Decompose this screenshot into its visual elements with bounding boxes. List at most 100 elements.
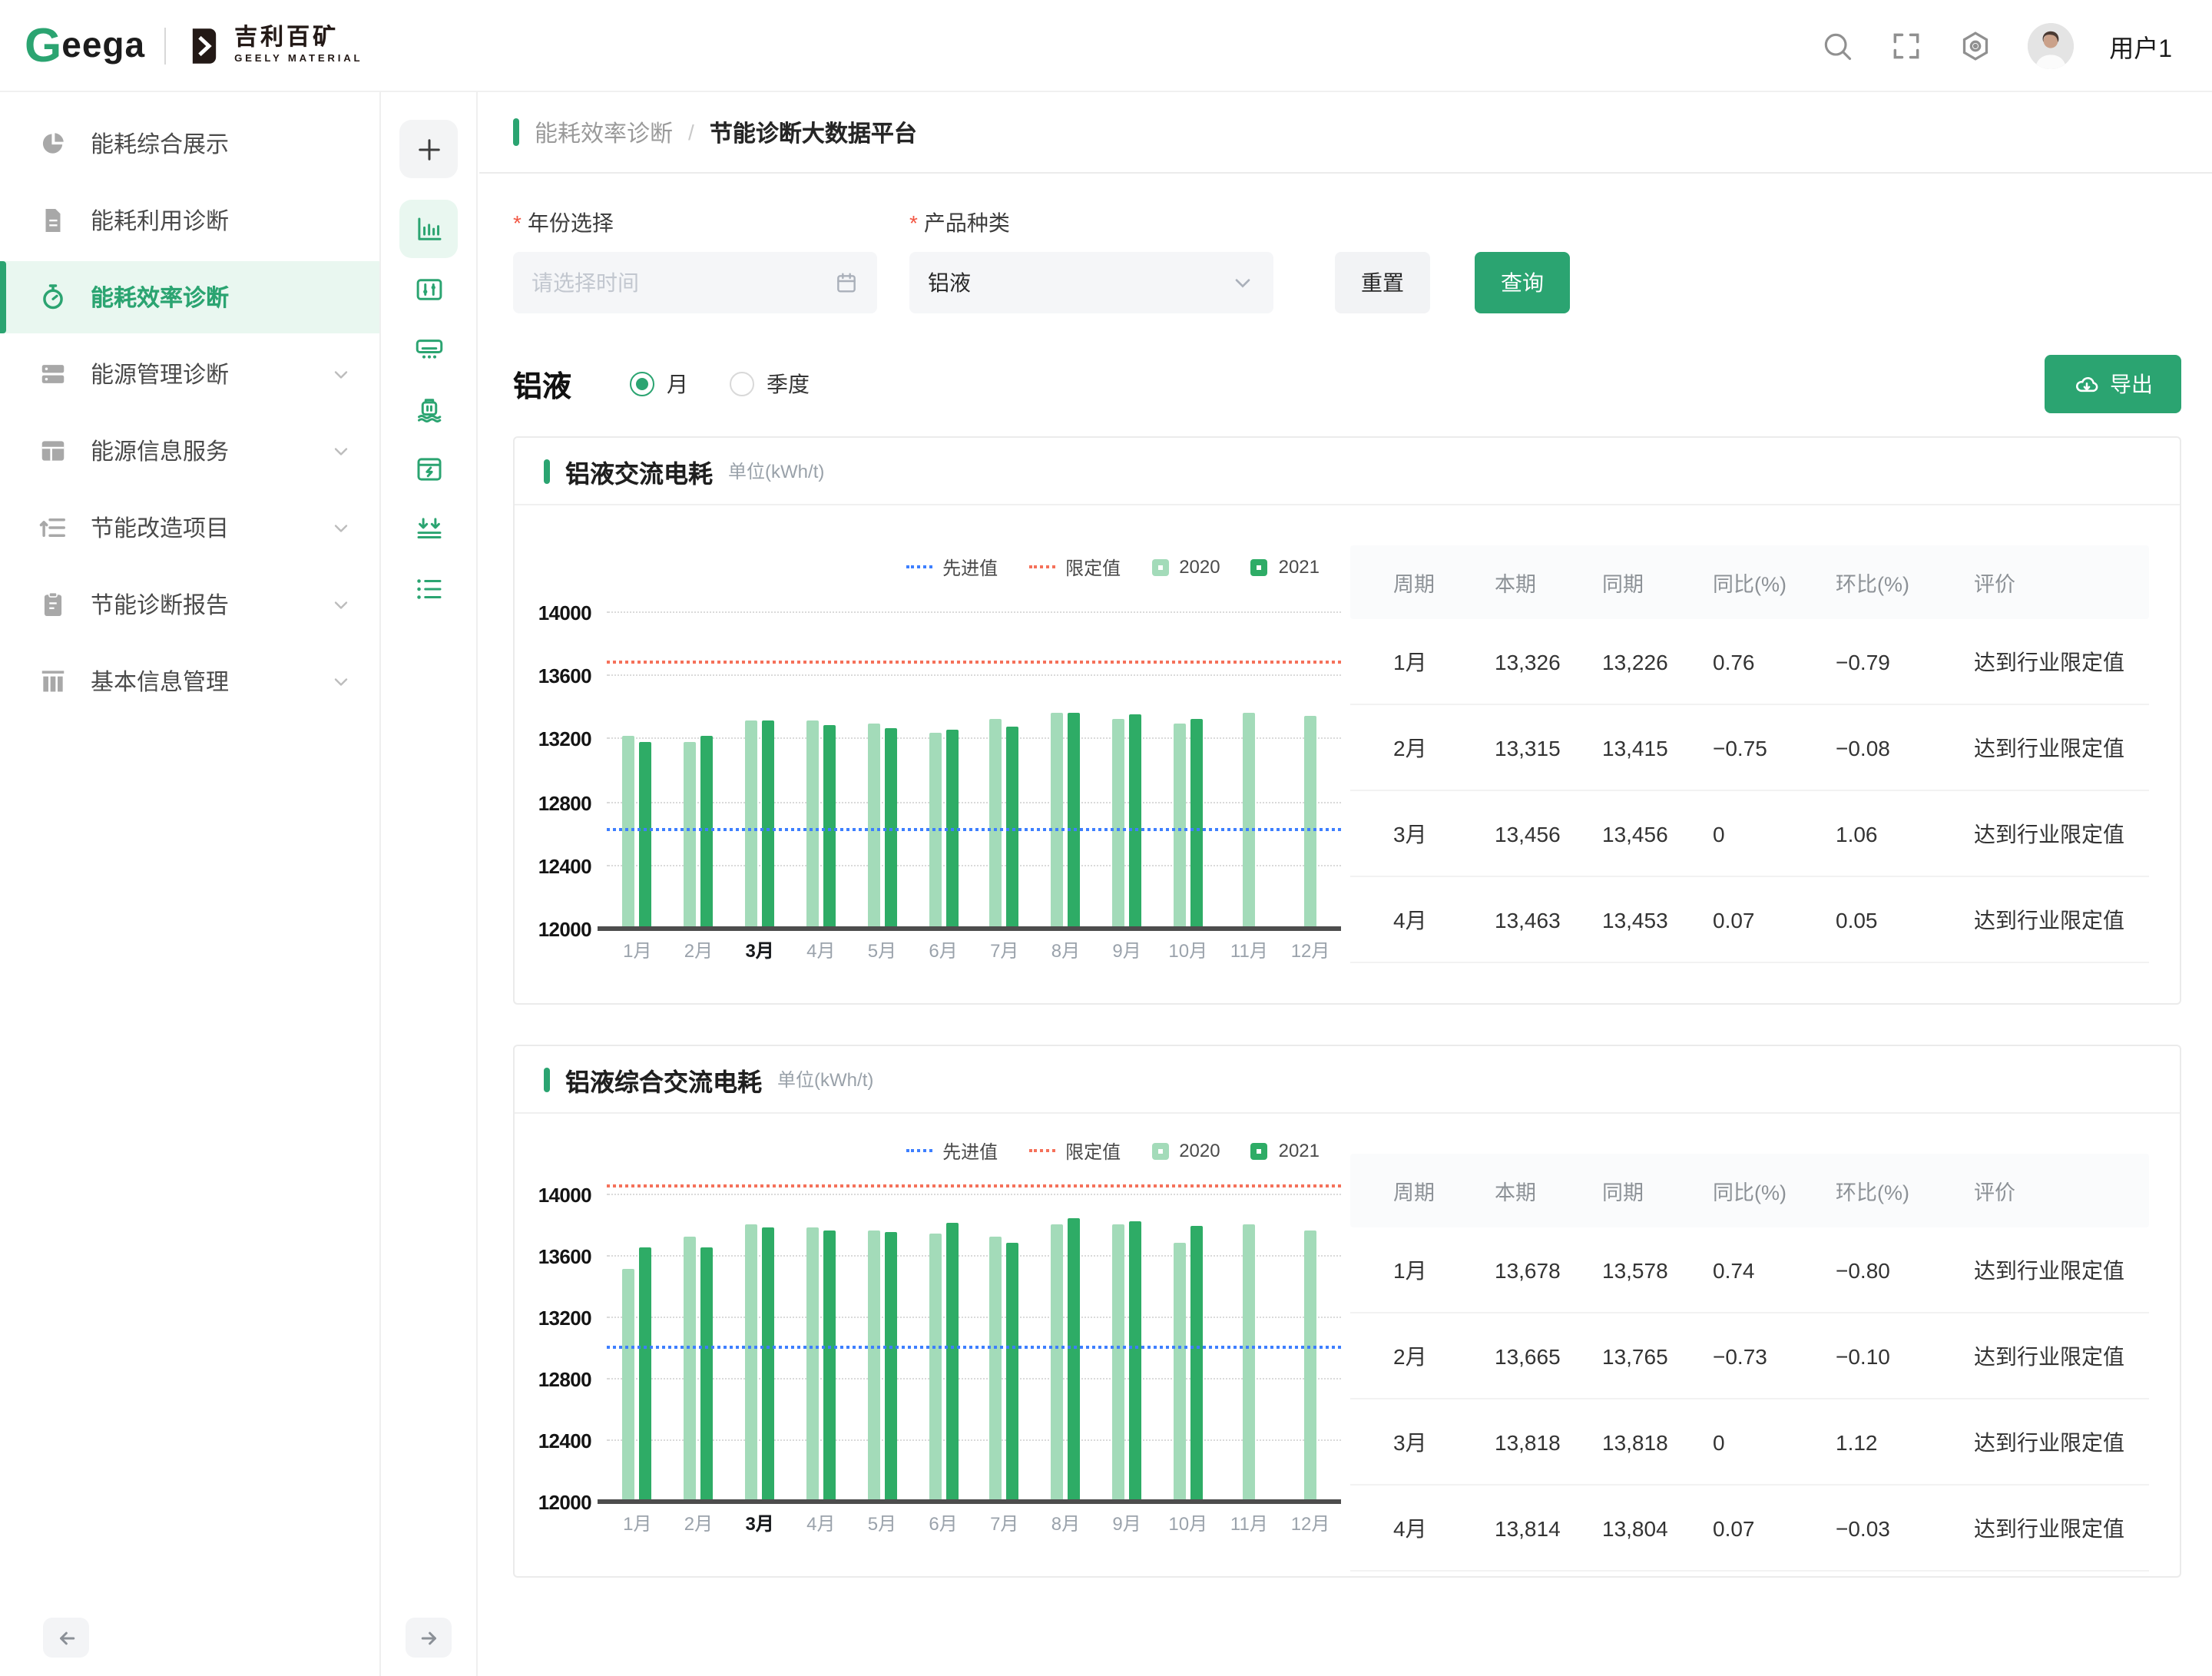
bar-2020-1月 <box>623 1269 635 1502</box>
legend-item-2021[interactable]: 2021 <box>1251 1140 1320 1161</box>
table-cell: 13,818 <box>1602 1429 1713 1454</box>
sidebar-item-energy-overview[interactable]: 能耗综合展示 <box>0 108 379 180</box>
product-select[interactable]: 铝液 <box>909 252 1273 313</box>
bar-2020-5月 <box>867 1230 879 1502</box>
plot-row: 120001240012800132001360014000 <box>536 1195 1341 1502</box>
column-header: 同比(%) <box>1713 1175 1836 1206</box>
table-cell: 0.76 <box>1713 649 1836 674</box>
table-row: 3月13,81813,81801.12达到行业限定值 <box>1350 1399 2149 1486</box>
legend-item-2020[interactable]: 2020 <box>1151 1140 1220 1161</box>
legend-item-limit[interactable]: 限定值 <box>1028 1138 1121 1164</box>
legend-item-2021[interactable]: 2021 <box>1251 556 1320 578</box>
geely-subtitle: GEELY MATERIAL <box>234 54 363 65</box>
export-button[interactable]: 导出 <box>2045 355 2181 413</box>
bar-2021-8月 <box>1068 1217 1080 1502</box>
bar-2020-4月 <box>806 720 819 929</box>
x-axis-label: 3月 <box>729 936 790 962</box>
sidebar-item-energy-management-diagnosis[interactable]: 能源管理诊断 <box>0 338 379 410</box>
settings-gear-icon[interactable] <box>1959 28 1992 62</box>
y-axis-label: 13600 <box>538 664 591 687</box>
columns-icon <box>38 667 68 696</box>
rail-button-power-window[interactable] <box>399 439 458 498</box>
sidebar-item-energy-saving-reports[interactable]: 节能诊断报告 <box>0 568 379 641</box>
rail-button-add[interactable] <box>399 120 458 178</box>
legend-square-swatch <box>1251 1142 1268 1159</box>
period-radio-quarter[interactable]: 季度 <box>730 369 810 399</box>
chevron-down-icon <box>1230 270 1255 295</box>
bar-2020-5月 <box>867 724 879 929</box>
rail-button-import-lines[interactable] <box>399 499 458 558</box>
column-header: 周期 <box>1393 1175 1495 1206</box>
table-row: 1月13,32613,2260.76−0.79达到行业限定值 <box>1350 619 2149 705</box>
bar-2021-9月 <box>1129 715 1141 929</box>
legend-item-advanced[interactable]: 先进值 <box>906 1138 998 1164</box>
query-button[interactable]: 查询 <box>1475 252 1570 313</box>
x-axis-label: 11月 <box>1219 936 1280 962</box>
x-axis-label: 9月 <box>1096 936 1157 962</box>
x-axis-label: 8月 <box>1035 1509 1097 1535</box>
y-axis-label: 14000 <box>538 601 591 624</box>
period-radio-month[interactable]: 月 <box>630 369 688 399</box>
x-axis-label: 3月 <box>729 1509 790 1535</box>
table-row: 2月13,66513,765−0.73−0.10达到行业限定值 <box>1350 1313 2149 1399</box>
legend-item-advanced[interactable]: 先进值 <box>906 554 998 580</box>
radio-selected-icon <box>630 372 654 396</box>
table-cell: 1.12 <box>1836 1429 1974 1454</box>
breadcrumb-parent[interactable]: 能耗效率诊断 <box>535 116 673 148</box>
bar-2020-2月 <box>684 743 696 929</box>
rail-button-bar-chart-view[interactable] <box>399 200 458 258</box>
rail-button-sliders-view[interactable] <box>399 260 458 318</box>
table-cell: 13,456 <box>1602 821 1713 846</box>
sidebar-nav: 能耗综合展示能耗利用诊断能耗效率诊断能源管理诊断能源信息服务节能改造项目节能诊断… <box>0 92 379 717</box>
rail-button-list-view[interactable] <box>399 559 458 618</box>
table-cell: 达到行业限定值 <box>1974 1254 2149 1285</box>
reset-button[interactable]: 重置 <box>1335 252 1430 313</box>
rail-button-air-conditioner[interactable] <box>399 320 458 378</box>
year-field: 年份选择 <box>513 207 877 313</box>
rail-button-pump-station[interactable] <box>399 379 458 438</box>
y-axis-label: 12800 <box>538 791 591 814</box>
user-avatar[interactable] <box>2028 22 2074 68</box>
card-body: 先进值 限定值 2020 2021 12000124001280013200136001… <box>515 1114 2180 1576</box>
date-picker[interactable] <box>513 252 877 313</box>
date-input[interactable] <box>531 270 834 295</box>
legend-square-swatch <box>1151 1142 1168 1159</box>
sidebar-item-energy-saving-projects[interactable]: 节能改造项目 <box>0 492 379 564</box>
x-axis-label: 1月 <box>607 1509 668 1535</box>
bar-2020-1月 <box>623 737 635 929</box>
x-axis-label: 7月 <box>974 1509 1035 1535</box>
document-icon <box>38 206 68 235</box>
sidebar-item-basic-info-management[interactable]: 基本信息管理 <box>0 645 379 717</box>
username[interactable]: 用户1 <box>2109 27 2172 64</box>
legend-item-2020[interactable]: 2020 <box>1151 556 1220 578</box>
server-icon <box>38 359 68 389</box>
table-cell: 13,415 <box>1602 735 1713 760</box>
card-accent-bar <box>544 459 550 483</box>
search-icon[interactable] <box>1820 28 1854 62</box>
table-cell: 4月 <box>1393 1512 1495 1543</box>
advanced-value-line <box>607 828 1341 831</box>
app-root: Geega 吉利百矿 GEELY MATERIAL <box>0 0 2212 1676</box>
main-content: 能耗效率诊断 / 节能诊断大数据平台 年份选择 产品种类 铝液 <box>479 92 2212 1676</box>
legend-label: 2020 <box>1179 1140 1220 1161</box>
bar-2021-1月 <box>640 1247 652 1502</box>
x-axis-label: 1月 <box>607 936 668 962</box>
legend-square-swatch <box>1151 558 1168 575</box>
geely-logo-mark <box>184 25 224 65</box>
product-toolbar: 铝液 月季度 导出 <box>513 353 2181 415</box>
table-cell: −0.10 <box>1836 1343 1974 1368</box>
sidebar-item-energy-info-service[interactable]: 能源信息服务 <box>0 415 379 487</box>
legend-item-limit[interactable]: 限定值 <box>1028 554 1121 580</box>
sidebar-item-energy-efficiency-diagnosis[interactable]: 能耗效率诊断 <box>0 261 379 333</box>
sidebar-item-label: 节能改造项目 <box>91 512 229 544</box>
logo-divider <box>164 27 165 64</box>
legend-label: 2020 <box>1179 556 1220 578</box>
legend-label: 2021 <box>1279 556 1320 578</box>
sidebar-collapse-button[interactable] <box>43 1618 89 1658</box>
card-title: 铝液综合交流电耗 <box>565 1061 762 1098</box>
rail-expand-button[interactable] <box>406 1618 452 1658</box>
legend-dotted-swatch <box>1028 1149 1055 1152</box>
fullscreen-icon[interactable] <box>1889 28 1923 62</box>
card-header: 铝液交流电耗单位(kWh/t) <box>515 438 2180 505</box>
sidebar-item-energy-usage-diagnosis[interactable]: 能耗利用诊断 <box>0 184 379 257</box>
